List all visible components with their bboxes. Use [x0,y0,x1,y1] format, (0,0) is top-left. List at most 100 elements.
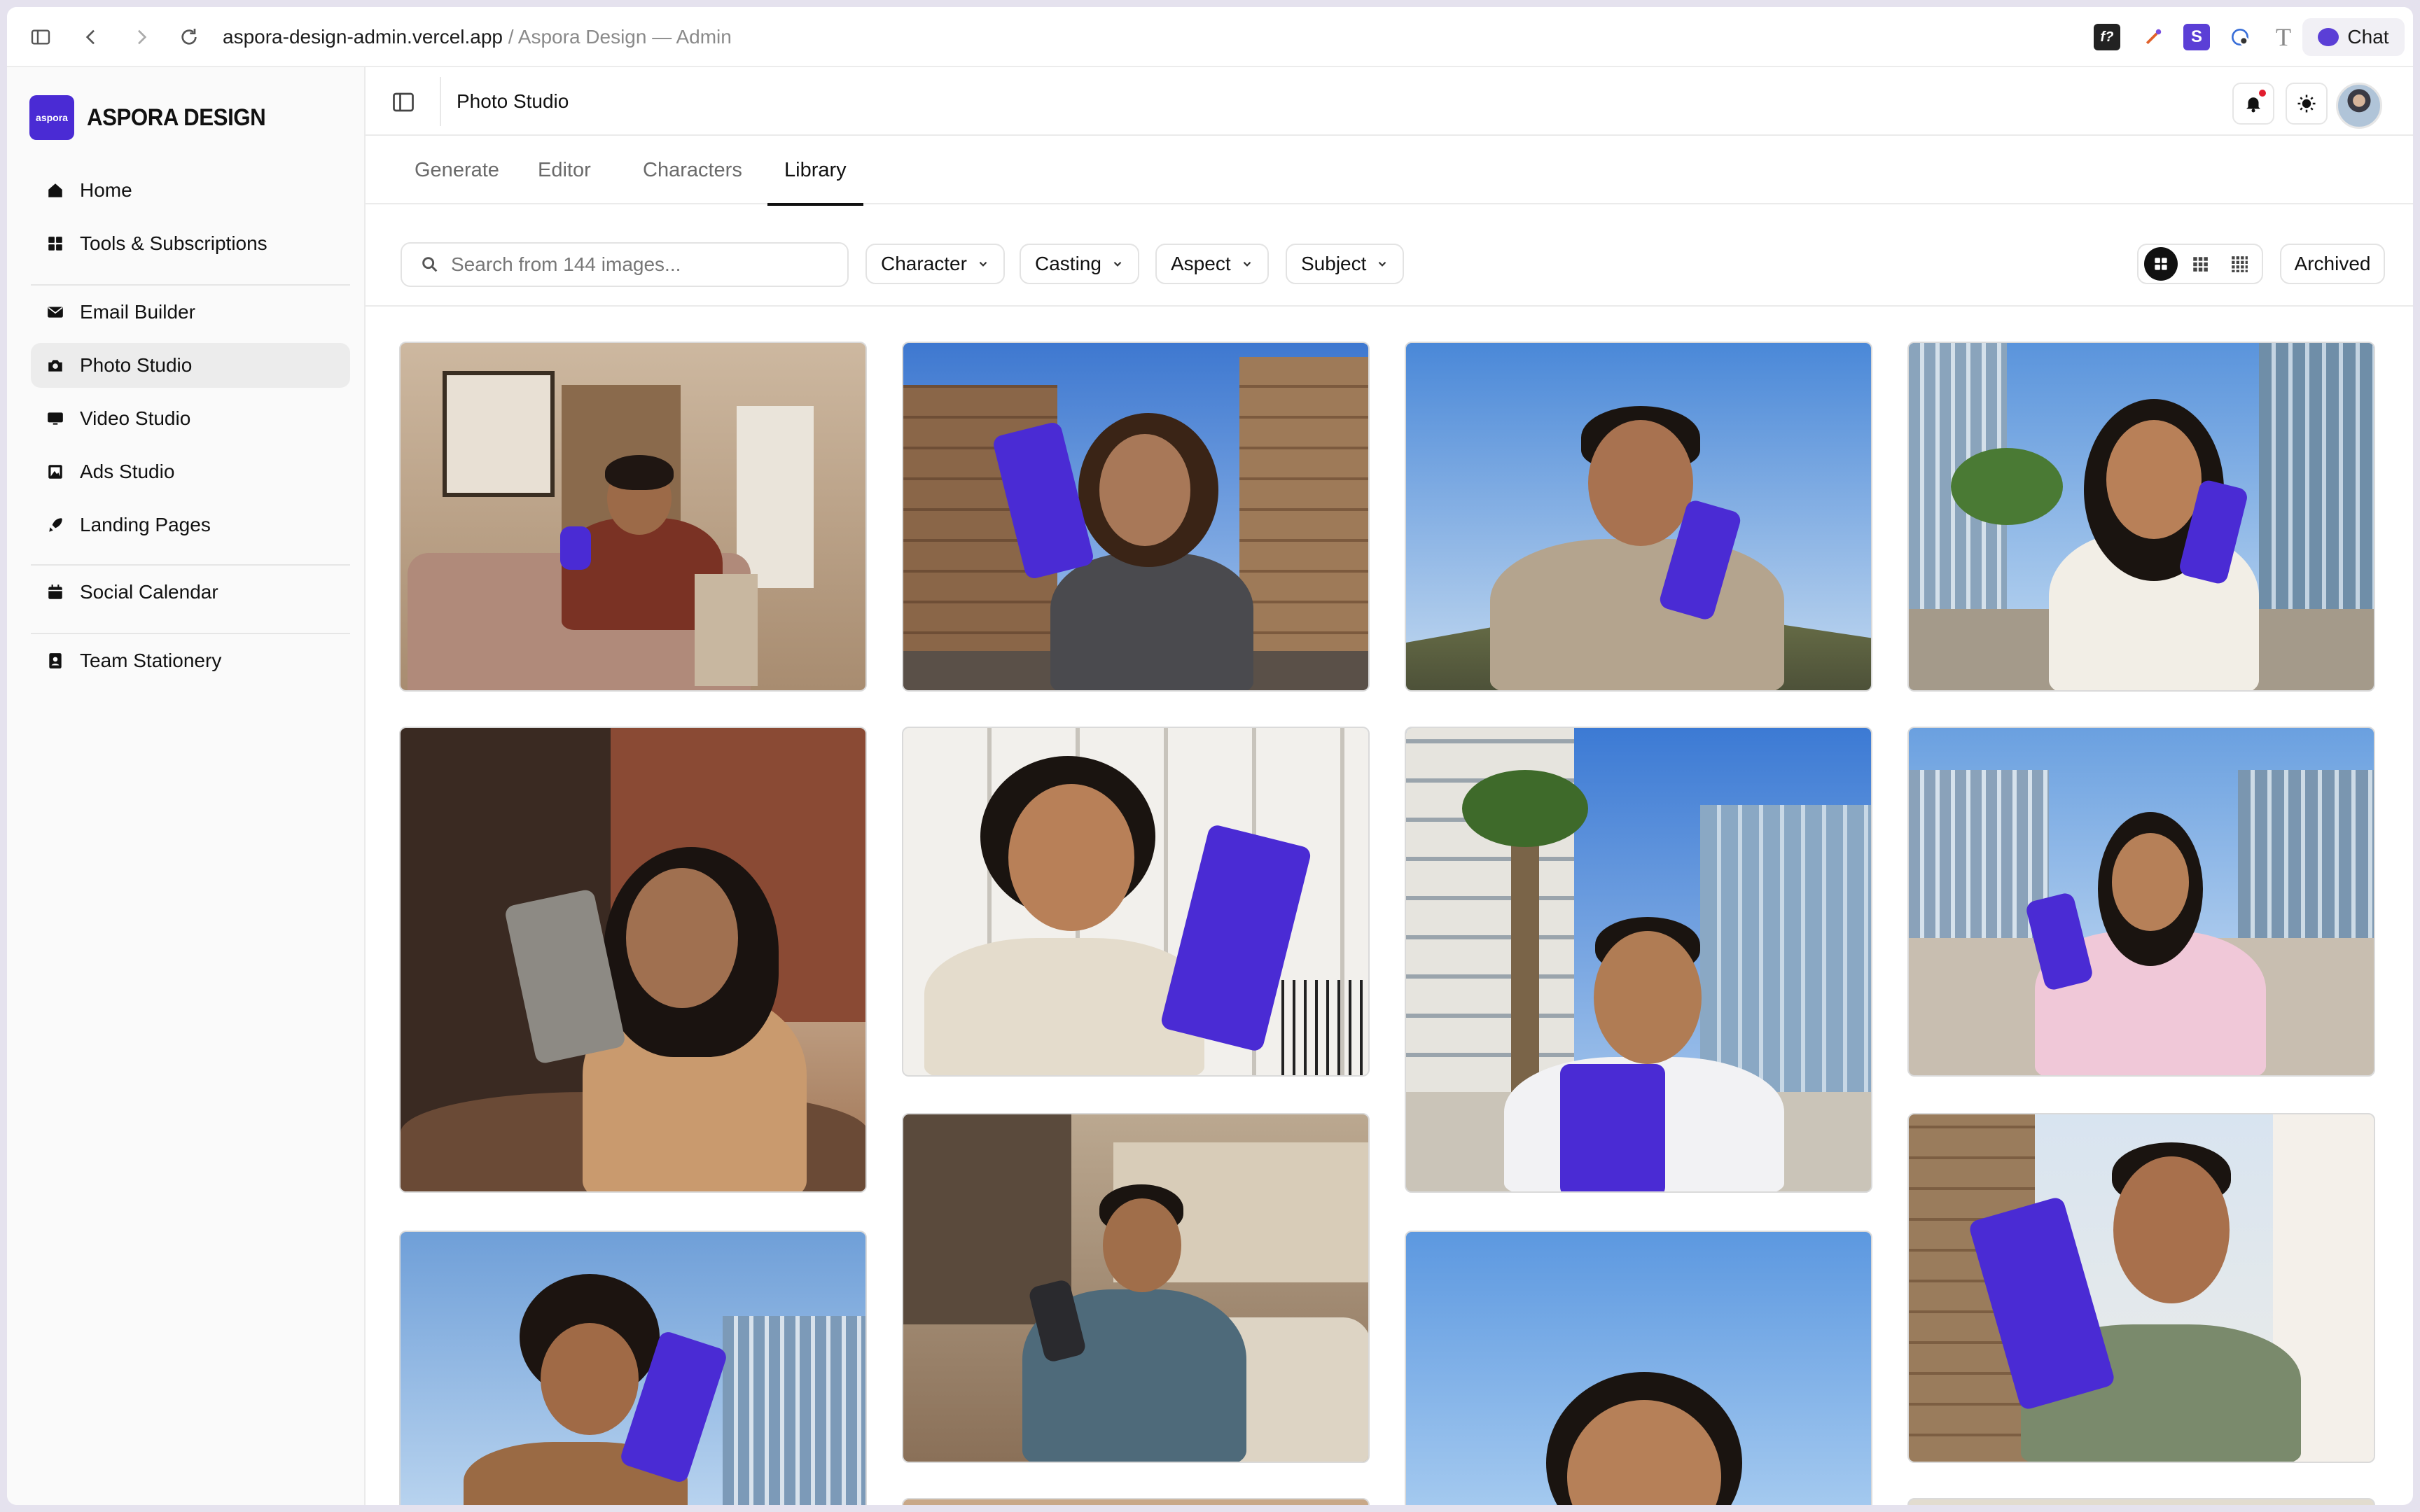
image-phone [560,526,591,570]
search-icon [422,257,438,272]
home-icon [46,181,64,200]
forward-icon[interactable] [127,23,155,51]
image-person-body [1050,553,1253,690]
dropdown-label: Character [881,253,967,274]
large-grid-view-button[interactable] [2144,247,2178,281]
extension-dropper-icon[interactable] [2140,24,2167,50]
sidebar: aspora ASPORA DESIGN Home Tools & Subscr… [7,67,366,1505]
gallery-image[interactable] [1405,1231,1872,1505]
notification-dot [2258,88,2267,98]
tab-characters[interactable]: Characters [626,136,759,204]
gallery-image[interactable] [1907,727,2375,1077]
image-person-head [1103,1198,1181,1292]
grid-4x4-icon [2232,256,2248,272]
sidebar-toggle-icon[interactable] [27,23,55,51]
image-person-head [2112,833,2189,931]
gallery-image[interactable] [902,1498,1370,1505]
chat-button[interactable]: Chat [2302,18,2405,56]
chevron-down-icon [1113,261,1122,267]
sidebar-item-tools-subscriptions[interactable]: Tools & Subscriptions [31,221,350,266]
grid-3x3-icon [2193,257,2208,272]
image-person-head [626,868,738,1008]
gallery-image[interactable] [399,727,867,1193]
page-title: Photo Studio [457,90,569,112]
archived-button[interactable]: Archived [2280,244,2385,284]
small-grid-view-button[interactable] [2223,247,2256,281]
sidebar-item-home[interactable]: Home [31,168,350,213]
brand-logo: aspora [29,95,74,140]
image-palm-leaves [1462,770,1588,847]
gallery-image[interactable] [1405,342,1872,692]
subject-dropdown[interactable]: Subject [1286,244,1405,284]
extension-t-icon[interactable]: T [2270,23,2297,51]
sidebar-item-label: Social Calendar [80,581,218,603]
image-person-head [1594,931,1702,1064]
medium-grid-view-button[interactable] [2183,247,2217,281]
camera-icon [46,356,64,374]
theme-toggle-button[interactable] [2286,83,2328,125]
sidebar-divider [31,284,350,286]
grid-2x2-icon [2155,258,2167,270]
back-icon[interactable] [77,23,105,51]
brand[interactable]: aspora ASPORA DESIGN [29,95,281,140]
monitor-icon [46,410,64,428]
panel-toggle-icon[interactable] [391,90,416,115]
extension-globe-icon[interactable] [2227,24,2253,50]
search-box[interactable] [401,242,849,287]
dropdown-label: Aspect [1171,253,1231,274]
casting-dropdown[interactable]: Casting [1020,244,1139,284]
gallery-image[interactable] [1907,342,2375,692]
character-dropdown[interactable]: Character [865,244,1005,284]
gallery-image[interactable] [399,1231,867,1505]
sidebar-item-ads-studio[interactable]: Ads Studio [31,449,350,494]
notifications-button[interactable] [2232,83,2274,125]
chat-bubble-icon [2318,28,2339,46]
address-bar[interactable]: aspora-design-admin.vercel.app / Aspora … [223,21,732,53]
search-input[interactable] [451,253,829,276]
sidebar-item-landing-pages[interactable]: Landing Pages [31,503,350,547]
sidebar-item-label: Ads Studio [80,461,175,482]
image-skyscraper [2259,343,2374,637]
image-phone [1560,1064,1665,1191]
image-railing [1281,980,1368,1075]
gallery-image[interactable] [1907,1113,2375,1463]
url-host: aspora-design-admin.vercel.app [223,26,503,48]
sidebar-item-team-stationery[interactable]: Team Stationery [31,638,350,683]
mail-icon [46,303,64,321]
browser-window: aspora-design-admin.vercel.app / Aspora … [7,7,2413,1505]
gallery-image[interactable] [902,727,1370,1077]
image-person-body [1490,539,1784,690]
image-frame-art [443,371,555,497]
sidebar-item-label: Photo Studio [80,354,193,376]
sidebar-item-label: Email Builder [80,301,195,323]
tab-editor[interactable]: Editor [521,136,608,204]
chevron-down-icon [1243,261,1251,267]
gallery-image[interactable] [902,1113,1370,1463]
image-glass-building [723,1316,865,1505]
extension-s-icon[interactable]: S [2183,24,2210,50]
sidebar-item-photo-studio[interactable]: Photo Studio [31,343,350,388]
gallery-image[interactable] [1405,727,1872,1193]
image-skyscrapers [1700,805,1871,1099]
sun-icon [2297,94,2316,113]
image-gallery [366,308,2413,1505]
sidebar-divider [31,564,350,566]
sidebar-item-label: Team Stationery [80,650,222,671]
sidebar-item-email-builder[interactable]: Email Builder [31,290,350,335]
contact-icon [46,652,64,670]
aspect-dropdown[interactable]: Aspect [1155,244,1269,284]
image-person-hair [605,455,674,490]
extension-fx-icon[interactable]: f? [2094,24,2120,50]
image-palm-leaves [1951,448,2063,525]
sidebar-item-social-calendar[interactable]: Social Calendar [31,570,350,615]
image-throw [695,574,758,686]
reload-icon[interactable] [175,23,203,51]
sidebar-item-video-studio[interactable]: Video Studio [31,396,350,441]
avatar[interactable] [2336,83,2382,129]
gallery-image[interactable] [399,342,867,692]
gallery-image[interactable] [902,342,1370,692]
image-skyscraper [2238,770,2374,952]
gallery-image[interactable] [1907,1498,2375,1505]
tab-library[interactable]: Library [767,136,863,206]
tab-generate[interactable]: Generate [398,136,516,204]
